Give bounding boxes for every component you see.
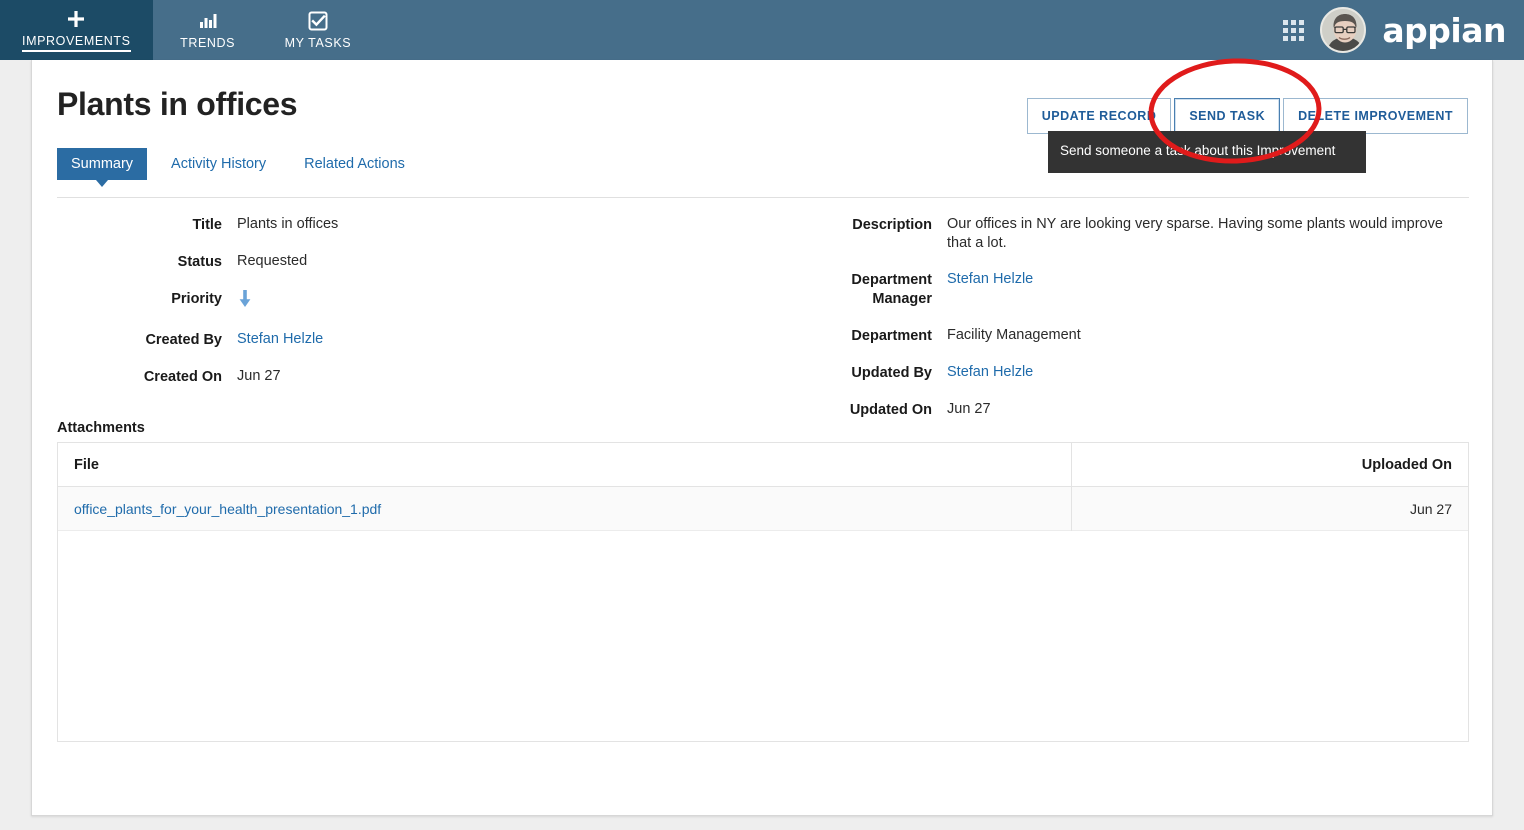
column-header-file: File bbox=[74, 456, 99, 473]
attachments-table: File Uploaded On office_plants_for_your_… bbox=[57, 442, 1469, 742]
page-title: Plants in offices bbox=[57, 86, 298, 122]
attachment-uploaded-on: Jun 27 bbox=[1409, 500, 1452, 517]
field-updated-by: Updated By Stefan Helzle bbox=[812, 363, 1472, 383]
table-row: office_plants_for_your_health_presentati… bbox=[58, 487, 1468, 531]
column-header-uploaded-on: Uploaded On bbox=[1361, 456, 1452, 473]
attachments-heading: Attachments bbox=[57, 420, 145, 436]
nav-item-improvements[interactable]: IMPROVEMENTS bbox=[0, 0, 153, 60]
user-avatar[interactable] bbox=[1320, 7, 1367, 53]
attachments-table-header: File Uploaded On bbox=[58, 443, 1468, 487]
field-status: Status Requested bbox=[57, 252, 617, 272]
field-title: Title Plants in offices bbox=[57, 215, 617, 235]
field-created-on-label: Created On bbox=[143, 369, 222, 385]
field-priority: Priority bbox=[57, 289, 617, 313]
field-updated-on: Updated On Jun 27 bbox=[812, 400, 1472, 420]
field-updated-on-label: Updated On bbox=[849, 402, 932, 418]
field-description: Description Our offices in NY are lookin… bbox=[812, 215, 1472, 253]
field-created-by-label: Created By bbox=[145, 332, 222, 348]
plus-icon bbox=[66, 8, 86, 30]
field-title-label: Title bbox=[192, 217, 222, 233]
nav-item-trends-label: TRENDS bbox=[180, 36, 236, 50]
tab-activity-history[interactable]: Activity History bbox=[157, 148, 280, 180]
tab-related-actions[interactable]: Related Actions bbox=[290, 148, 419, 180]
top-navigation-bar: IMPROVEMENTS TRENDS MY TASKS appian bbox=[0, 0, 1524, 60]
nav-item-my-tasks[interactable]: MY TASKS bbox=[263, 0, 374, 60]
bar-chart-icon bbox=[198, 10, 218, 32]
field-department-manager-value[interactable]: Stefan Helzle bbox=[932, 270, 1033, 309]
record-card: Plants in offices UPDATE RECORD SEND TAS… bbox=[31, 60, 1493, 816]
tabs-divider bbox=[57, 197, 1469, 198]
record-actions-toolbar: UPDATE RECORD SEND TASK DELETE IMPROVEME… bbox=[1026, 98, 1468, 134]
nav-item-trends[interactable]: TRENDS bbox=[153, 0, 263, 60]
tab-summary[interactable]: Summary bbox=[57, 148, 148, 187]
field-title-value: Plants in offices bbox=[237, 216, 339, 232]
left-field-column: Title Plants in offices Status Requested… bbox=[57, 215, 617, 404]
update-record-button[interactable]: UPDATE RECORD bbox=[1026, 98, 1172, 134]
delete-improvement-button[interactable]: DELETE IMPROVEMENT bbox=[1283, 98, 1468, 134]
nav-right-group: appian bbox=[1283, 0, 1524, 60]
field-department-manager: Department Manager Stefan Helzle bbox=[812, 270, 1472, 309]
field-status-value: Requested bbox=[237, 253, 308, 269]
attachment-file-link[interactable]: office_plants_for_your_health_presentati… bbox=[74, 501, 1212, 517]
field-department: Department Facility Management bbox=[812, 326, 1472, 346]
column-separator bbox=[1071, 443, 1072, 531]
appian-logo: appian bbox=[1382, 10, 1506, 50]
field-status-label: Status bbox=[177, 254, 222, 270]
field-department-label: Department bbox=[851, 328, 932, 344]
field-priority-label: Priority bbox=[171, 291, 222, 307]
field-updated-on-value: Jun 27 bbox=[947, 401, 991, 417]
field-created-on-value: Jun 27 bbox=[237, 368, 281, 384]
field-description-label: Description bbox=[852, 217, 932, 233]
nav-item-my-tasks-label: MY TASKS bbox=[284, 36, 352, 50]
apps-grid-icon[interactable] bbox=[1283, 19, 1305, 41]
field-created-by: Created By Stefan Helzle bbox=[57, 330, 617, 350]
right-field-column: Description Our offices in NY are lookin… bbox=[812, 215, 1472, 437]
arrow-down-icon bbox=[222, 289, 253, 313]
send-task-button[interactable]: SEND TASK bbox=[1174, 98, 1281, 134]
field-description-value: Our offices in NY are looking very spars… bbox=[947, 216, 1443, 251]
record-tabs: Summary Activity History Related Actions bbox=[57, 148, 419, 187]
field-updated-by-label: Updated By bbox=[851, 365, 932, 381]
check-square-icon bbox=[308, 10, 328, 32]
field-created-on: Created On Jun 27 bbox=[57, 367, 617, 387]
field-created-by-value[interactable]: Stefan Helzle bbox=[222, 330, 323, 350]
nav-item-improvements-label: IMPROVEMENTS bbox=[22, 34, 131, 52]
field-department-manager-label: Department Manager bbox=[851, 272, 932, 307]
send-task-tooltip: Send someone a task about this Improveme… bbox=[1048, 131, 1366, 173]
field-department-value: Facility Management bbox=[947, 327, 1081, 343]
field-updated-by-value[interactable]: Stefan Helzle bbox=[932, 363, 1033, 383]
